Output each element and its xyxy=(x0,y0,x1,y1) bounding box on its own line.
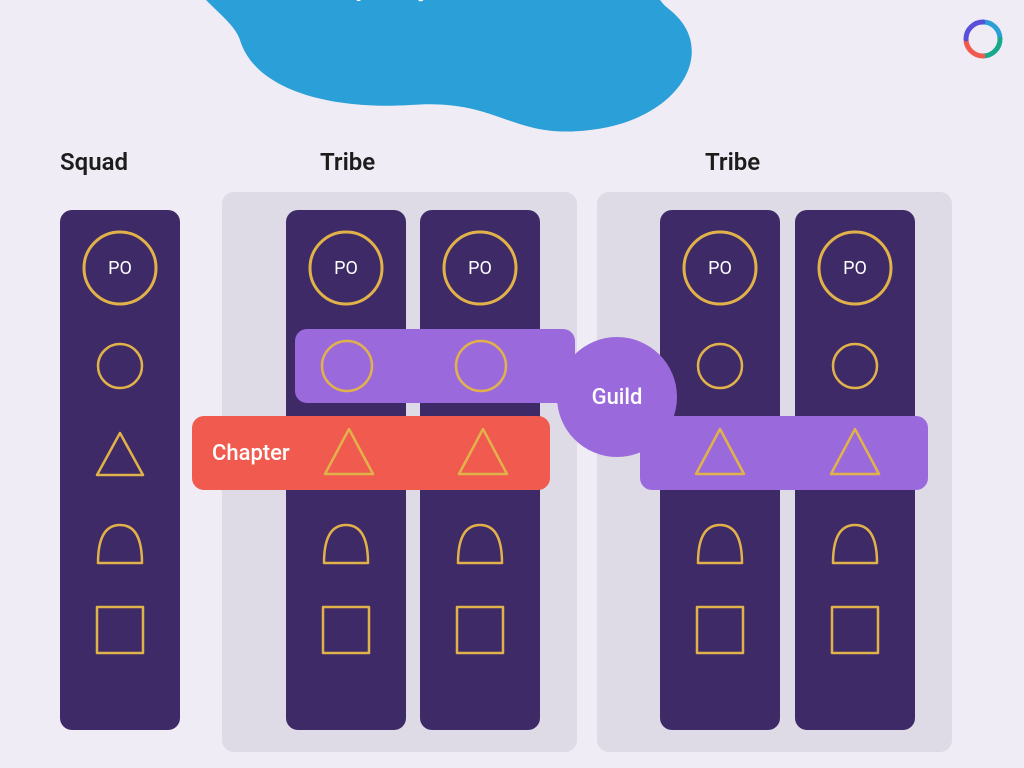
chapter-band: Chapter xyxy=(192,416,550,490)
guild-band-right xyxy=(640,416,928,490)
member-halfdome-icon xyxy=(825,512,885,572)
squad-label: Squad xyxy=(60,148,128,176)
guild-band-left xyxy=(295,329,575,403)
squad-column-standalone: PO xyxy=(60,210,180,730)
po-label: PO xyxy=(334,258,358,279)
member-circle-icon xyxy=(90,336,150,396)
po-shape: PO xyxy=(306,228,386,308)
member-square-icon xyxy=(690,600,750,660)
po-label: PO xyxy=(843,258,867,279)
title-blob: Spotify Model xyxy=(160,0,700,160)
po-shape: PO xyxy=(815,228,895,308)
member-triangle-icon xyxy=(90,424,150,484)
member-square-icon xyxy=(90,600,150,660)
guild-label: Guild xyxy=(592,385,643,410)
po-shape: PO xyxy=(80,228,160,308)
member-circle-icon xyxy=(690,336,750,396)
member-halfdome-icon xyxy=(690,512,750,572)
member-square-icon xyxy=(450,600,510,660)
po-shape: PO xyxy=(440,228,520,308)
po-label: PO xyxy=(108,258,132,279)
member-halfdome-icon xyxy=(450,512,510,572)
member-square-icon xyxy=(316,600,376,660)
guild-circle: Guild xyxy=(557,337,677,457)
tribe-label-2: Tribe xyxy=(705,148,760,176)
member-halfdome-icon xyxy=(316,512,376,572)
tribe-label-1: Tribe xyxy=(320,148,375,176)
brand-logo-icon xyxy=(962,18,1004,60)
member-circle-icon xyxy=(825,336,885,396)
po-label: PO xyxy=(468,258,492,279)
member-halfdome-icon xyxy=(90,512,150,572)
po-shape: PO xyxy=(680,228,760,308)
po-label: PO xyxy=(708,258,732,279)
member-square-icon xyxy=(825,600,885,660)
